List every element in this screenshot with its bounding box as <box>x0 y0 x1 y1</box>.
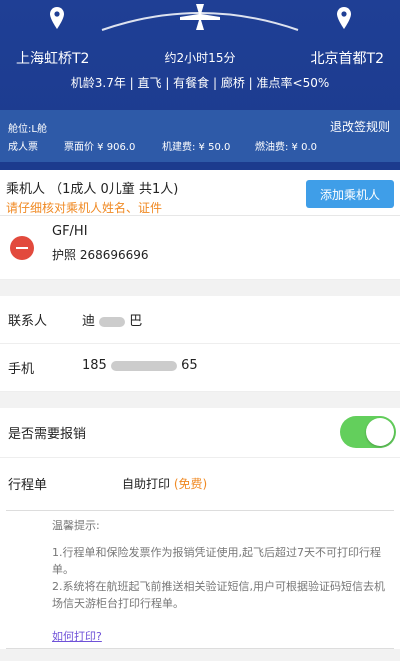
fare-panel: 舱位:L舱 退改签规则 成人票 票面价 ¥ 906.0 机建费: ¥ 50.0 … <box>0 110 400 162</box>
phone-value[interactable]: 185 65 <box>82 358 198 373</box>
refund-rules-link[interactable]: 退改签规则 <box>330 118 390 135</box>
airplane-icon <box>101 4 299 31</box>
itinerary-row: 行程单 自助打印 (免费) <box>0 458 400 510</box>
itinerary-label: 行程单 <box>8 478 48 493</box>
route-row: 上海虹桥T2 约2小时15分 北京首都T2 <box>0 48 400 68</box>
adult-ticket-label: 成人票 <box>8 142 38 153</box>
arrival-city: 北京首都T2 <box>310 51 384 67</box>
self-print-label: 自助打印 <box>122 477 171 491</box>
tips-text-1: 1.行程单和保险发票作为报销凭证使用,起飞后超过7天不可打印行程单。 <box>52 546 381 576</box>
flight-info: 机龄3.7年 | 直飞 | 有餐食 | 廊桥 | 准点率<50% <box>70 76 330 90</box>
remove-passenger-icon[interactable] <box>10 236 34 260</box>
section-gap <box>0 280 400 296</box>
cabin-class: 舱位:L舱 <box>8 124 47 135</box>
contact-name-prefix: 迪 <box>82 314 96 329</box>
passenger-document: 护照 268696696 <box>52 248 149 262</box>
reimbursement-toggle[interactable] <box>340 416 396 448</box>
reimbursement-label: 是否需要报销 <box>8 427 87 442</box>
flight-header: 上海虹桥T2 约2小时15分 北京首都T2 机龄3.7年 | 直飞 | 有餐食 … <box>0 0 400 170</box>
blurred-name <box>99 316 126 327</box>
tips-text-2: 2.系统将在航班起飞前推送相关验证短信,用户可根据验证码短信去机场信天游柜台打印… <box>52 580 385 610</box>
tips-box: 温馨提示: 1.行程单和保险发票作为报销凭证使用,起飞后超过7天不可打印行程单。… <box>6 510 394 649</box>
phone-suffix: 65 <box>181 358 198 373</box>
contact-name-row[interactable]: 联系人 迪 巴 <box>0 296 400 344</box>
free-label: (免费) <box>173 477 208 491</box>
contact-name[interactable]: 迪 巴 <box>82 310 142 329</box>
passenger-section: 乘机人 （1成人 0儿童 共1人) 请仔细核对乘机人姓名、证件 添加乘机人 GF… <box>0 170 400 280</box>
self-print-option[interactable]: 自助打印 (免费) <box>122 475 207 492</box>
how-to-print-link[interactable]: 如何打印? <box>52 628 394 645</box>
location-pin-icon <box>50 7 64 29</box>
passenger-header: 乘机人 （1成人 0儿童 共1人) 请仔细核对乘机人姓名、证件 添加乘机人 <box>0 170 400 216</box>
tips-title: 温馨提示: <box>52 519 100 532</box>
passenger-name: GF/HI <box>52 224 88 239</box>
phone-prefix: 185 <box>82 358 107 373</box>
contact-label: 联系人 <box>8 314 48 329</box>
reimbursement-section: 是否需要报销 行程单 自助打印 (免费) 温馨提示: 1.行程单和保险发票作为报… <box>0 408 400 649</box>
location-pin-icon <box>337 7 351 29</box>
ticket-price: 票面价 ¥ 906.0 <box>64 142 136 153</box>
reimbursement-row: 是否需要报销 <box>0 408 400 458</box>
add-passenger-button[interactable]: 添加乘机人 <box>306 180 394 208</box>
contact-name-suffix: 巴 <box>129 314 143 329</box>
airport-fee: 机建费: ¥ 50.0 <box>162 142 231 153</box>
contact-section: 联系人 迪 巴 手机 185 65 <box>0 296 400 392</box>
fuel-fee: 燃油费: ¥ 0.0 <box>255 142 317 153</box>
phone-row[interactable]: 手机 185 65 <box>0 344 400 392</box>
section-gap-2 <box>0 392 400 408</box>
passenger-item: GF/HI 护照 268696696 <box>0 216 400 280</box>
phone-label: 手机 <box>8 362 35 377</box>
blurred-phone <box>110 360 177 371</box>
